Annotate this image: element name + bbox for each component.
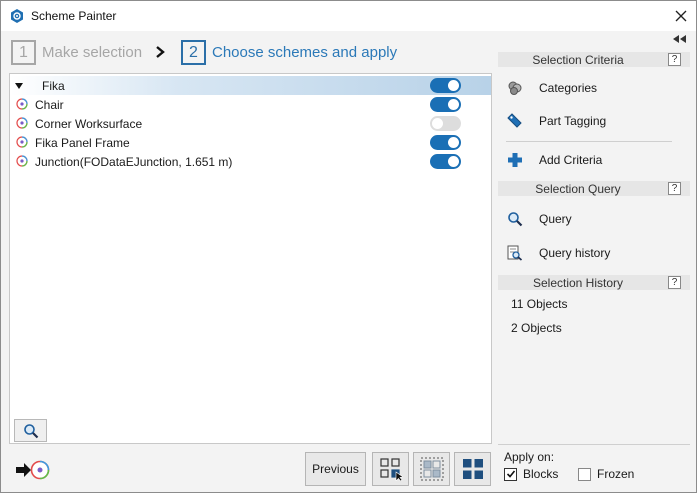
divider xyxy=(498,444,690,445)
item-toggle[interactable] xyxy=(430,116,461,131)
blocks-checkbox[interactable]: Blocks xyxy=(504,467,558,481)
apply-scheme-icon[interactable] xyxy=(16,459,50,481)
query-history-label: Query history xyxy=(539,246,611,260)
item-label: Chair xyxy=(35,98,64,112)
collapse-panel-icon[interactable] xyxy=(673,34,687,44)
select-schemes-button[interactable] xyxy=(372,452,409,486)
grid-all-icon xyxy=(462,459,483,479)
divider xyxy=(506,141,672,142)
search-icon xyxy=(506,210,524,228)
group-label: Fika xyxy=(42,79,65,93)
list-item[interactable]: Chair xyxy=(11,95,491,114)
item-toggle[interactable] xyxy=(430,154,461,169)
item-label: Corner Worksurface xyxy=(35,117,143,131)
toggle-knob xyxy=(448,99,459,110)
toggle-knob xyxy=(448,137,459,148)
checkbox-box[interactable] xyxy=(504,467,517,481)
section-header-history: Selection History ? xyxy=(498,275,690,290)
query-item[interactable]: Query xyxy=(506,209,572,229)
blocks-label: Blocks xyxy=(523,467,559,481)
plus-icon xyxy=(506,151,524,169)
step-label: Make selection xyxy=(42,44,143,61)
scheme-icon xyxy=(16,155,28,167)
section-header-query: Selection Query ? xyxy=(498,181,690,196)
section-title: Selection Query xyxy=(535,182,621,196)
search-icon xyxy=(23,423,38,438)
select-all-schemes-button[interactable] xyxy=(454,452,491,486)
help-button[interactable]: ? xyxy=(668,182,681,195)
item-toggle[interactable] xyxy=(430,135,461,150)
categories-item[interactable]: Categories xyxy=(506,78,597,98)
toggle-knob xyxy=(448,80,459,91)
step-number: 2 xyxy=(181,40,206,65)
section-header-criteria: Selection Criteria ? xyxy=(498,52,690,67)
frozen-label: Frozen xyxy=(597,467,635,481)
right-panel: Selection Criteria ? Categories Part Tag… xyxy=(498,49,690,444)
scheme-icon xyxy=(16,117,28,129)
add-criteria-label: Add Criteria xyxy=(539,153,603,167)
help-button[interactable]: ? xyxy=(668,53,681,66)
scheme-icon xyxy=(16,136,28,148)
toggle-knob xyxy=(432,118,443,129)
item-toggle[interactable] xyxy=(430,97,461,112)
checkbox-box[interactable] xyxy=(578,467,591,481)
item-label: Fika Panel Frame xyxy=(35,136,130,150)
title-bar: Scheme Painter xyxy=(1,1,696,31)
step-choose-schemes[interactable]: 2 Choose schemes and apply xyxy=(181,40,397,65)
search-button[interactable] xyxy=(14,419,47,442)
categories-label: Categories xyxy=(539,81,598,95)
list-item[interactable]: Corner Worksurface xyxy=(11,114,491,133)
step-number: 1 xyxy=(11,40,36,65)
grid-partial-icon xyxy=(420,457,443,481)
checkmark-icon xyxy=(506,470,515,478)
query-history-item[interactable]: Query history xyxy=(506,243,610,263)
expand-triangle-icon[interactable] xyxy=(15,83,23,89)
help-button[interactable]: ? xyxy=(668,276,681,289)
part-tagging-label: Part Tagging xyxy=(539,114,607,128)
scheme-list: Fika Chair Corner Worksurface Fika Panel… xyxy=(9,73,492,444)
app-logo-icon xyxy=(11,9,23,23)
toggle-knob xyxy=(448,156,459,167)
step-label: Choose schemes and apply xyxy=(212,44,398,61)
window-title: Scheme Painter xyxy=(31,9,117,23)
section-title: Selection History xyxy=(532,276,624,290)
group-toggle[interactable] xyxy=(430,78,461,93)
query-history-icon xyxy=(506,244,524,262)
list-item[interactable]: Junction(FODataEJunction, 1.651 m) xyxy=(11,152,491,171)
close-button[interactable] xyxy=(669,5,693,27)
categories-icon xyxy=(506,79,524,97)
query-label: Query xyxy=(539,212,572,226)
item-label: Junction(FODataEJunction, 1.651 m) xyxy=(35,155,233,169)
frozen-checkbox[interactable]: Frozen xyxy=(578,467,634,481)
group-row-fika[interactable]: Fika xyxy=(11,76,491,95)
section-title: Selection Criteria xyxy=(532,53,624,67)
close-icon xyxy=(675,10,687,22)
grid-select-icon xyxy=(379,458,403,481)
part-tagging-item[interactable]: Part Tagging xyxy=(506,111,606,131)
scheme-painter-window: Scheme Painter 1 Make selection 2 Choose… xyxy=(0,0,697,493)
deselect-schemes-button[interactable] xyxy=(413,452,450,486)
add-criteria-item[interactable]: Add Criteria xyxy=(506,150,602,170)
apply-on-label: Apply on: xyxy=(504,450,555,464)
list-item[interactable]: Fika Panel Frame xyxy=(11,133,491,152)
tag-icon xyxy=(506,112,524,130)
history-item[interactable]: 11 Objects xyxy=(511,297,567,311)
history-item[interactable]: 2 Objects xyxy=(511,321,562,335)
step-make-selection[interactable]: 1 Make selection xyxy=(11,40,142,65)
previous-button[interactable]: Previous xyxy=(305,452,366,486)
chevron-right-icon xyxy=(156,46,165,58)
scheme-icon xyxy=(16,98,28,110)
